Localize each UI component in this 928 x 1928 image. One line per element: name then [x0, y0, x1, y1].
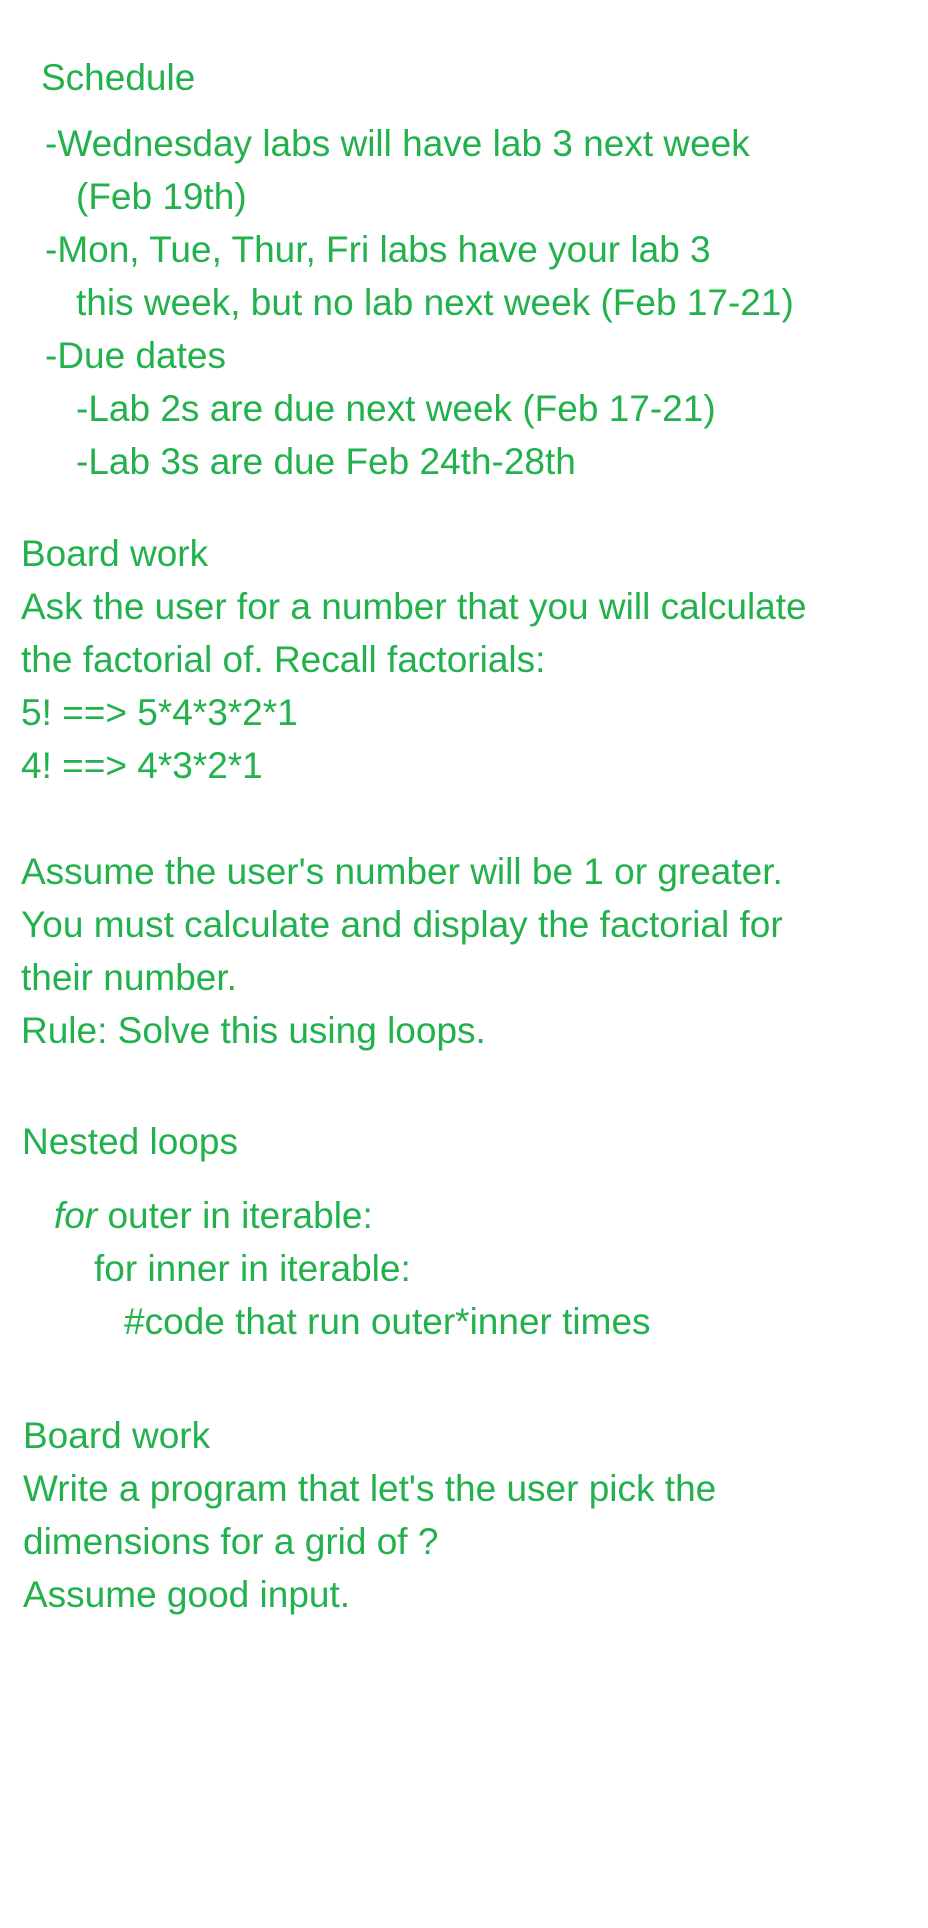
- board-work-line: the factorial of. Recall factorials:: [21, 639, 546, 680]
- board-work-line: Assume the user's number will be 1 or gr…: [21, 851, 783, 892]
- code-comment: #code that run outer*inner times: [124, 1301, 651, 1342]
- board-work-line: You must calculate and display the facto…: [21, 904, 783, 945]
- code-inner-loop: for inner in iterable:: [94, 1248, 411, 1289]
- nested-loops-heading: Nested loops: [22, 1121, 238, 1162]
- board-work-line: their number.: [21, 957, 237, 998]
- factorial-example: 5! ==> 5*4*3*2*1: [21, 692, 298, 733]
- code-outer-rest: outer in iterable:: [97, 1195, 373, 1236]
- schedule-line: (Feb 19th): [76, 176, 247, 217]
- schedule-line: -Mon, Tue, Thur, Fri labs have your lab …: [45, 229, 711, 270]
- factorial-example: 4! ==> 4*3*2*1: [21, 745, 263, 786]
- board-work-line: Write a program that let's the user pick…: [23, 1468, 717, 1509]
- for-keyword: for: [54, 1195, 98, 1236]
- schedule-line: this week, but no lab next week (Feb 17-…: [76, 282, 794, 323]
- code-outer-loop: for outer in iterable:: [54, 1194, 373, 1238]
- board-work-line: Assume good input.: [23, 1574, 351, 1615]
- schedule-line: -Due dates: [45, 335, 226, 376]
- schedule-line: -Lab 2s are due next week (Feb 17-21): [76, 388, 716, 429]
- board-work-heading: Board work: [23, 1415, 211, 1456]
- board-work-line: Ask the user for a number that you will …: [21, 586, 807, 627]
- board-work-rule: Rule: Solve this using loops.: [21, 1010, 486, 1051]
- board-work-line: dimensions for a grid of ?: [23, 1521, 439, 1562]
- board-work-heading: Board work: [21, 533, 209, 574]
- schedule-line: -Wednesday labs will have lab 3 next wee…: [45, 123, 750, 164]
- schedule-line: -Lab 3s are due Feb 24th-28th: [76, 441, 576, 482]
- schedule-heading: Schedule: [41, 57, 196, 98]
